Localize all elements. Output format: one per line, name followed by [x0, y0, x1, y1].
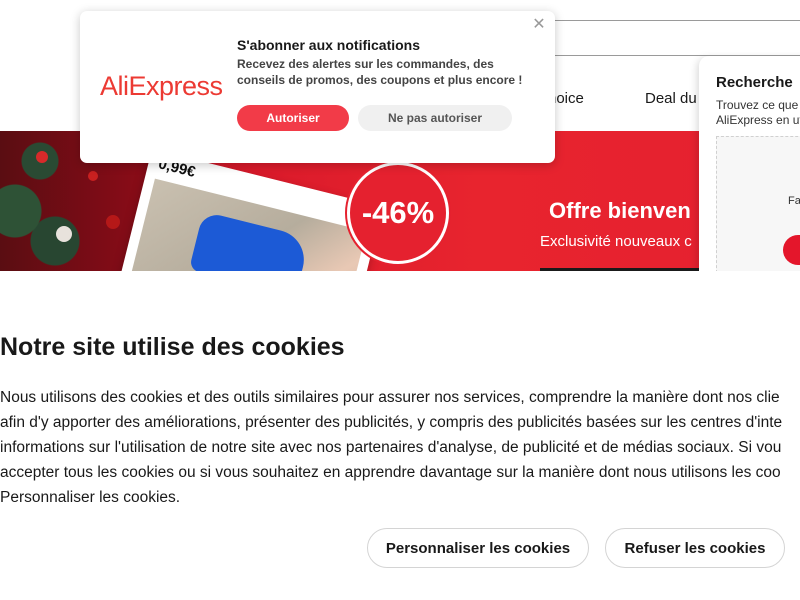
cookie-text-line: Personnaliser les cookies.	[0, 489, 181, 506]
cookie-banner: Notre site utilise des cookies Nous util…	[0, 271, 800, 600]
product-photo[interactable]: 0,99€	[110, 149, 383, 271]
ornament-icon	[36, 151, 48, 163]
search-input[interactable]	[548, 20, 800, 56]
ornament-icon	[88, 171, 98, 181]
ornament-icon	[106, 215, 120, 229]
personalize-cookies-button[interactable]: Personnaliser les cookies	[367, 528, 589, 568]
cookie-text-line: informations sur l'utilisation de notre …	[0, 439, 782, 456]
side-panel-box-text: Fa	[788, 195, 800, 207]
welcome-offer-title: Offre bienven	[549, 198, 691, 223]
aliexpress-logo: AliExpress	[100, 71, 223, 101]
product-image	[122, 178, 367, 271]
side-panel-text-line: Trouvez ce que	[716, 98, 799, 112]
notification-title: S'abonner aux notifications	[237, 37, 421, 53]
notification-description: Recevez des alertes sur les commandes, d…	[237, 57, 523, 87]
notification-popup: AliExpress S'abonner aux notifications R…	[80, 11, 555, 163]
discount-badge: -46%	[347, 162, 449, 264]
close-icon[interactable]: ✕	[532, 17, 546, 33]
side-panel-button[interactable]	[783, 235, 800, 265]
nav-item-deal[interactable]: Deal du	[645, 90, 697, 107]
welcome-offer-subtitle: Exclusivité nouveaux c	[540, 233, 692, 250]
cookie-text-line: afin d'y apporter des améliorations, pré…	[0, 414, 783, 431]
ornament-icon	[56, 226, 72, 242]
refuse-cookies-button[interactable]: Refuser les cookies	[605, 528, 785, 568]
cookie-title: Notre site utilise des cookies	[0, 333, 345, 361]
side-panel-title: Recherche	[716, 74, 793, 91]
side-panel-text-line: AliExpress en ut	[716, 113, 800, 127]
cookie-text-line: accepter tous les cookies ou si vous sou…	[0, 464, 781, 481]
cookie-description: Nous utilisons des cookies et des outils…	[0, 385, 800, 510]
blue-tool-image	[188, 211, 311, 271]
allow-notifications-button[interactable]: Autoriser	[237, 105, 349, 131]
side-panel-text: Trouvez ce que AliExpress en ut	[716, 98, 800, 128]
cookie-text-line: Nous utilisons des cookies et des outils…	[0, 389, 780, 406]
search-side-panel: Recherche Trouvez ce que AliExpress en u…	[699, 56, 800, 271]
deny-notifications-button[interactable]: Ne pas autoriser	[358, 105, 512, 131]
side-panel-upload-box[interactable]: Fa	[716, 136, 800, 271]
